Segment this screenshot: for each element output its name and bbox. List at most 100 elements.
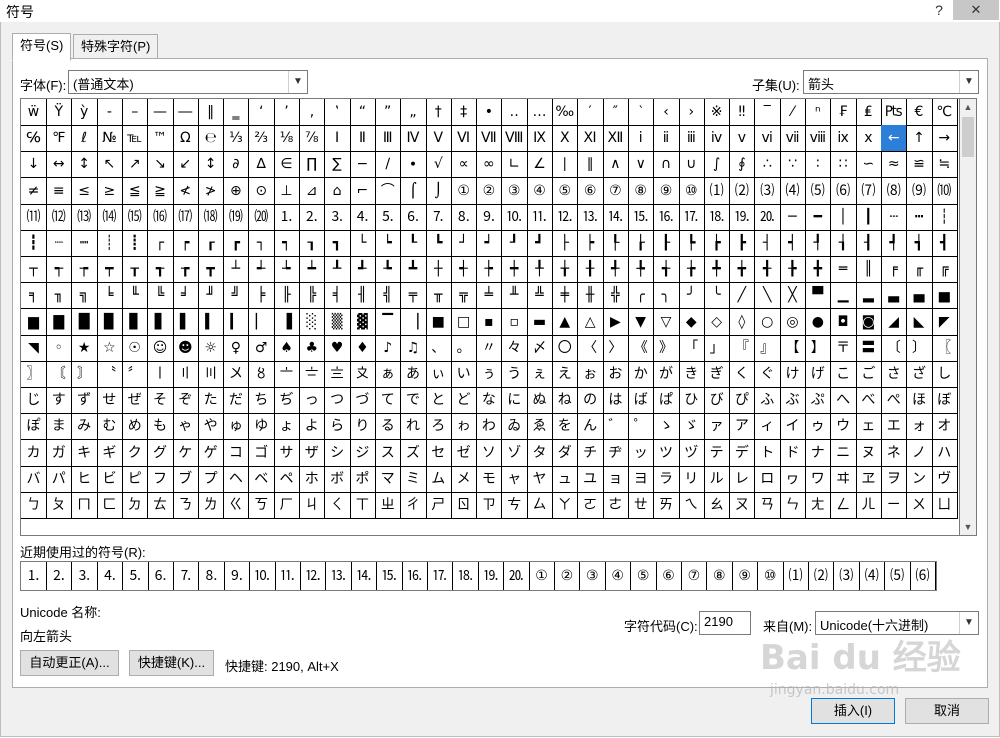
symbol-cell[interactable]: ◆ <box>678 308 705 336</box>
symbol-cell[interactable]: ⒒ <box>527 203 553 231</box>
symbol-cell[interactable]: ╊ <box>780 256 806 284</box>
symbol-cell[interactable]: ⅳ <box>704 125 731 153</box>
symbol-cell[interactable]: ド <box>780 439 806 467</box>
symbol-cell[interactable]: Ⅳ <box>400 125 427 153</box>
symbol-cell[interactable]: ィ <box>754 413 781 441</box>
symbol-cell[interactable]: ┏ <box>223 230 250 257</box>
symbol-cell[interactable]: ‥ <box>501 99 528 126</box>
symbol-cell[interactable]: 〆 <box>527 334 553 362</box>
symbol-cell[interactable]: ┈ <box>46 230 73 257</box>
symbol-cell[interactable]: ㄓ <box>375 492 402 519</box>
symbol-cell[interactable]: ∪ <box>678 151 705 179</box>
symbol-cell[interactable]: □ <box>451 308 478 336</box>
symbol-cell[interactable]: ペ <box>274 465 300 493</box>
symbol-cell[interactable]: つ <box>324 387 351 415</box>
symbol-cell[interactable]: ╅ <box>653 256 680 284</box>
symbol-cell[interactable]: プ <box>198 465 225 493</box>
symbol-cell[interactable]: 〨 <box>324 361 351 388</box>
symbol-cell[interactable]: ⅰ <box>628 125 655 153</box>
symbol-cell[interactable]: ㄇ <box>71 492 98 519</box>
symbol-cell[interactable]: ヲ <box>881 465 908 493</box>
symbol-cell[interactable]: ∕ <box>375 151 402 179</box>
symbol-cell[interactable]: ⌡ <box>425 177 452 205</box>
symbol-cell[interactable]: † <box>425 99 452 126</box>
symbol-cell[interactable]: ‖ <box>198 99 225 126</box>
symbol-cell[interactable]: ░ <box>299 308 326 336</box>
symbol-cell[interactable]: █ <box>71 308 98 336</box>
symbol-cell[interactable]: ま <box>46 413 73 441</box>
symbol-cell[interactable]: ぅ <box>476 361 503 388</box>
symbol-cell[interactable]: ‗ <box>223 99 250 126</box>
recent-symbol-cell[interactable]: ⑥ <box>656 562 682 590</box>
scrollbar-thumb[interactable] <box>962 117 974 157</box>
symbol-cell[interactable]: 〣 <box>198 361 225 388</box>
symbol-cell[interactable]: ㄙ <box>527 492 553 519</box>
symbol-cell[interactable]: ⑹ <box>830 177 857 205</box>
symbol-cell[interactable]: 〦 <box>274 361 300 388</box>
symbol-cell[interactable]: ゜ <box>628 413 655 441</box>
symbol-cell[interactable]: ║ <box>855 256 882 284</box>
subset-dropdown[interactable]: 箭头 ▼ <box>803 70 979 94</box>
symbol-cell[interactable]: ⅷ <box>805 125 832 153</box>
symbol-cell[interactable]: ╫ <box>577 282 604 310</box>
symbol-cell[interactable]: テ <box>704 439 731 467</box>
symbol-cell[interactable]: ▆ <box>21 308 47 336</box>
symbol-cell[interactable]: ◢ <box>881 308 908 336</box>
symbol-cell[interactable]: ▼ <box>628 308 655 336</box>
recent-symbol-cell[interactable]: ⑹ <box>910 562 936 590</box>
symbol-cell[interactable]: ゞ <box>678 413 705 441</box>
symbol-cell[interactable]: ケ <box>172 439 199 467</box>
symbol-cell[interactable]: ∈ <box>274 151 300 179</box>
symbol-cell[interactable]: ≦ <box>122 177 149 205</box>
char-code-input[interactable]: 2190 <box>699 611 751 635</box>
symbol-cell[interactable]: ㄠ <box>704 492 731 519</box>
symbol-cell[interactable]: ナ <box>805 439 832 467</box>
symbol-cell[interactable]: ム <box>425 465 452 493</box>
symbol-cell[interactable]: △ <box>577 308 604 336</box>
symbol-cell[interactable]: ㄞ <box>653 492 680 519</box>
symbol-cell[interactable]: ら <box>324 413 351 441</box>
symbol-cell[interactable]: ┛ <box>527 230 553 257</box>
symbol-cell[interactable]: … <box>527 99 553 126</box>
symbol-cell[interactable]: ㄢ <box>754 492 781 519</box>
symbol-cell[interactable]: ピ <box>122 465 149 493</box>
symbol-cell[interactable]: ⑷ <box>780 177 806 205</box>
symbol-cell[interactable]: ノ <box>906 439 933 467</box>
symbol-cell[interactable]: ゎ <box>451 413 478 441</box>
symbol-cell[interactable]: ㄦ <box>855 492 882 519</box>
symbol-cell[interactable]: ⌐ <box>349 177 376 205</box>
symbol-cell[interactable]: ご <box>855 361 882 388</box>
symbol-cell[interactable]: ╠ <box>299 282 326 310</box>
symbol-cell[interactable]: ← <box>881 125 908 153</box>
symbol-cell[interactable]: 〉 <box>602 334 629 362</box>
symbol-cell[interactable]: ┹ <box>349 256 376 284</box>
symbol-cell[interactable]: ⑻ <box>881 177 908 205</box>
symbol-cell[interactable]: け <box>780 361 806 388</box>
symbol-cell[interactable]: ╓ <box>906 256 933 284</box>
symbol-cell[interactable]: ぽ <box>21 413 47 441</box>
symbol-cell[interactable]: ⒙ <box>704 203 731 231</box>
symbol-cell[interactable]: メ <box>451 465 478 493</box>
symbol-cell[interactable]: Ⅵ <box>451 125 478 153</box>
symbol-cell[interactable]: ◎ <box>780 308 806 336</box>
recent-symbol-cell[interactable]: ③ <box>580 562 606 590</box>
symbol-cell[interactable]: ゥ <box>805 413 832 441</box>
symbol-cell[interactable]: 。 <box>451 334 478 362</box>
symbol-cell[interactable]: ⅓ <box>223 125 250 153</box>
symbol-cell[interactable]: ◥ <box>21 334 47 362</box>
symbol-cell[interactable]: ヱ <box>855 465 882 493</box>
recent-symbol-cell[interactable]: ⒗ <box>402 562 428 590</box>
symbol-cell[interactable]: ガ <box>46 439 73 467</box>
symbol-cell[interactable]: 〝 <box>96 361 123 388</box>
symbol-cell[interactable]: や <box>198 413 225 441</box>
symbol-cell[interactable]: ∷ <box>830 151 857 179</box>
symbol-cell[interactable]: 〇 <box>552 334 579 362</box>
symbol-cell[interactable]: ㄋ <box>172 492 199 519</box>
symbol-cell[interactable]: ≌ <box>906 151 933 179</box>
symbol-cell[interactable]: ┖ <box>400 230 427 257</box>
symbol-cell[interactable]: ね <box>552 387 579 415</box>
scroll-down-icon[interactable]: ▼ <box>960 519 976 535</box>
symbol-cell[interactable]: ┬ <box>21 256 47 284</box>
symbol-cell[interactable]: ㄎ <box>248 492 275 519</box>
symbol-cell[interactable]: ㄈ <box>96 492 123 519</box>
